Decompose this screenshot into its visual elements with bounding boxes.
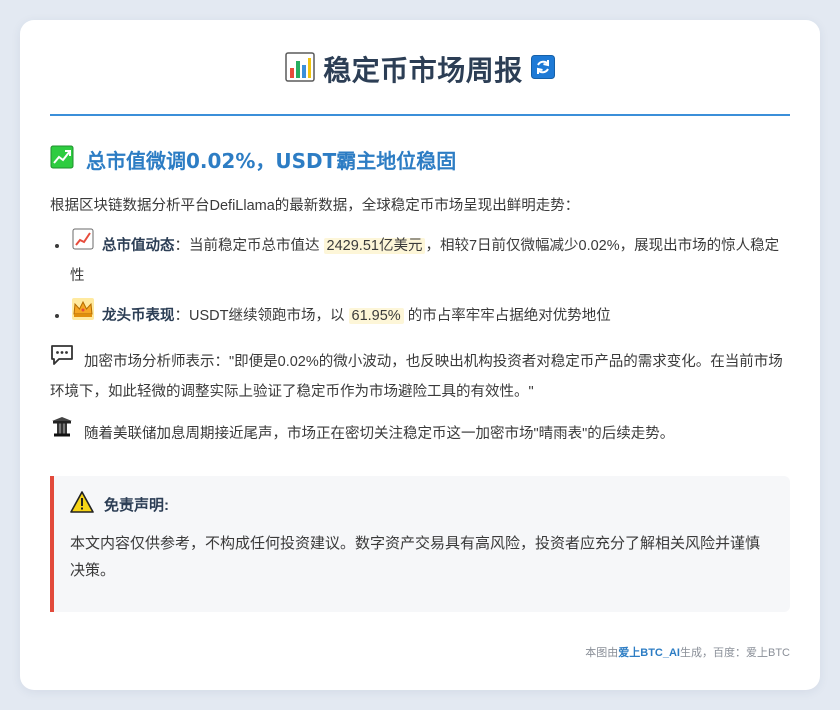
- footer-credit: 本图由爱上BTC_AI生成，百度：爱上BTC: [585, 644, 790, 660]
- fed-note: 随着美联储加息周期接近尾声，市场正在密切关注稳定币这一加密市场"晴雨表"的后续走…: [50, 416, 790, 450]
- disclaimer-title: 免责声明:: [104, 496, 169, 514]
- headline: 总市值微调0.02%，USDT霸主地位稳固: [50, 144, 790, 174]
- bullet-text: 的市占率牢牢占据绝对优势地位: [403, 307, 611, 324]
- analyst-quote: 加密市场分析师表示："即便是0.02%的微小波动，也反映出机构投资者对稳定币产品…: [50, 344, 790, 406]
- title-row: 稳定币市场周报: [50, 20, 790, 116]
- highlight-value: 61.95%: [348, 307, 404, 324]
- footer-prefix: 本图由: [585, 647, 619, 659]
- chart-up-icon: [50, 145, 74, 174]
- headline-text: 总市值微调0.02%，USDT霸主地位稳固: [86, 148, 457, 173]
- highlight-value: 2429.51亿美元: [323, 237, 426, 254]
- footer-suffix: 生成，百度：爱上BTC: [680, 647, 790, 659]
- chart-increasing-icon: [72, 228, 94, 260]
- fed-text: 随着美联储加息周期接近尾声，市场正在密切关注稳定币这一加密市场"晴雨表"的后续走…: [84, 425, 675, 442]
- bullet-text: ：当前稳定币总市值达: [174, 237, 324, 254]
- disclaimer-box: 免责声明: 本文内容仅供参考，不构成任何投资建议。数字资产交易具有高风险，投资者…: [50, 476, 790, 612]
- bar-chart-icon: [285, 51, 315, 87]
- disclaimer-header: 免责声明:: [70, 490, 772, 518]
- bullet-list: 总市值动态：当前稳定币总市值达 2429.51亿美元，相较7日前仅微幅减少0.0…: [50, 228, 790, 332]
- list-item: 龙头币表现：USDT继续领跑市场，以 61.95% 的市占率牢牢占据绝对优势地位: [70, 298, 790, 332]
- bullet-label: 龙头币表现: [102, 307, 175, 324]
- warning-icon: [70, 490, 94, 518]
- report-card: 稳定币市场周报 总市值微调0.02%，USDT霸主地位稳固 根据区块链数据分析平…: [20, 20, 820, 690]
- bullet-label: 总市值动态: [102, 237, 175, 254]
- disclaimer-body: 本文内容仅供参考，不构成任何投资建议。数字资产交易具有高风险，投资者应充分了解相…: [70, 535, 761, 579]
- intro-text: 根据区块链数据分析平台DefiLlama的最新数据，全球稳定币市场呈现出鲜明走势…: [50, 198, 580, 214]
- pillar-icon: [50, 416, 74, 448]
- crown-icon: [72, 298, 94, 330]
- speech-bubble-icon: [50, 344, 74, 376]
- footer-brand: 爱上BTC_AI: [618, 647, 680, 659]
- quote-text: 加密市场分析师表示："即便是0.02%的微小波动，也反映出机构投资者对稳定币产品…: [50, 353, 783, 400]
- refresh-icon[interactable]: [530, 54, 555, 84]
- bullet-text: ：USDT继续领跑市场，以: [174, 307, 349, 324]
- page-title: 稳定币市场周报: [323, 54, 523, 87]
- list-item: 总市值动态：当前稳定币总市值达 2429.51亿美元，相较7日前仅微幅减少0.0…: [70, 228, 790, 290]
